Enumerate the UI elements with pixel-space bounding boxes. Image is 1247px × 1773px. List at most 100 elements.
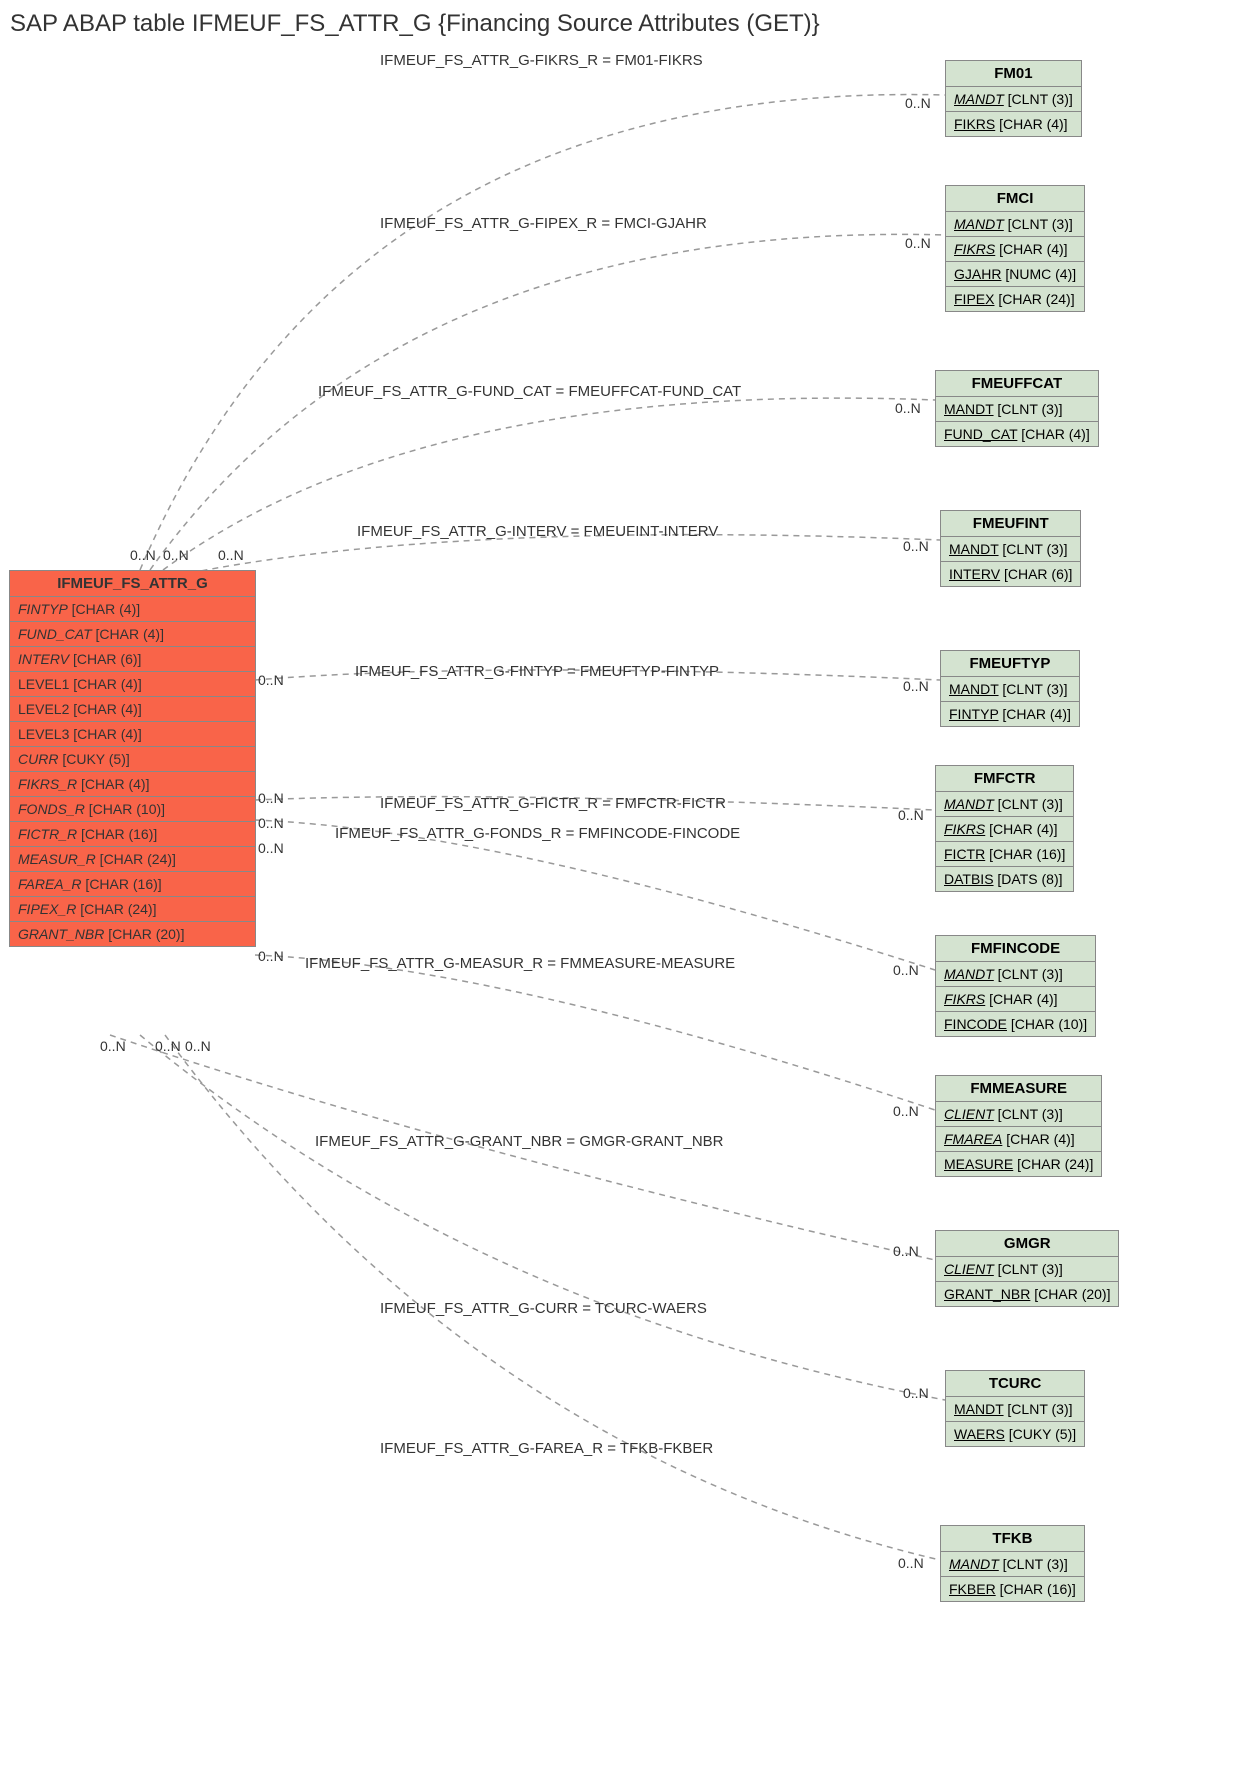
ref-field-row: GJAHR [NUMC (4)] xyxy=(946,262,1084,287)
card-right-0: 0..N xyxy=(905,95,931,111)
rel-label-3: IFMEUF_FS_ATTR_G-INTERV = FMEUFINT-INTER… xyxy=(357,523,718,540)
card-right-8: 0..N xyxy=(893,1243,919,1259)
ref-entity-header: FMEUFINT xyxy=(941,511,1080,537)
card-right-1: 0..N xyxy=(905,235,931,251)
ref-field-row: FUND_CAT [CHAR (4)] xyxy=(936,422,1098,446)
card-left-3: 0..N xyxy=(258,672,284,688)
ref-field-row: CLIENT [CLNT (3)] xyxy=(936,1257,1118,1282)
ref-entity: FMEUFTYPMANDT [CLNT (3)]FINTYP [CHAR (4)… xyxy=(940,650,1080,727)
main-field-row: LEVEL2 [CHAR (4)] xyxy=(10,697,255,722)
ref-field-row: MANDT [CLNT (3)] xyxy=(946,1397,1084,1422)
main-field-row: FINTYP [CHAR (4)] xyxy=(10,597,255,622)
ref-entity-header: FMFCTR xyxy=(936,766,1073,792)
ref-entity: FMCIMANDT [CLNT (3)]FIKRS [CHAR (4)]GJAH… xyxy=(945,185,1085,312)
rel-label-5: IFMEUF_FS_ATTR_G-FICTR_R = FMFCTR-FICTR xyxy=(380,795,726,812)
main-field-row: FONDS_R [CHAR (10)] xyxy=(10,797,255,822)
ref-field-row: MANDT [CLNT (3)] xyxy=(946,87,1081,112)
card-right-2: 0..N xyxy=(895,400,921,416)
main-entity-header: IFMEUF_FS_ATTR_G xyxy=(10,571,255,597)
ref-field-row: MANDT [CLNT (3)] xyxy=(941,537,1080,562)
rel-label-4: IFMEUF_FS_ATTR_G-FINTYP = FMEUFTYP-FINTY… xyxy=(355,663,719,680)
ref-entity: FMFCTRMANDT [CLNT (3)]FIKRS [CHAR (4)]FI… xyxy=(935,765,1074,892)
ref-entity-header: TCURC xyxy=(946,1371,1084,1397)
card-left-2: 0..N xyxy=(218,547,244,563)
ref-field-row: MEASURE [CHAR (24)] xyxy=(936,1152,1101,1176)
card-right-10: 0..N xyxy=(898,1555,924,1571)
rel-label-2: IFMEUF_FS_ATTR_G-FUND_CAT = FMEUFFCAT-FU… xyxy=(318,383,741,400)
ref-field-row: FICTR [CHAR (16)] xyxy=(936,842,1073,867)
ref-entity: FM01MANDT [CLNT (3)]FIKRS [CHAR (4)] xyxy=(945,60,1082,137)
card-right-3: 0..N xyxy=(903,538,929,554)
rel-label-6: IFMEUF_FS_ATTR_G-FONDS_R = FMFINCODE-FIN… xyxy=(335,825,740,842)
main-field-row: FUND_CAT [CHAR (4)] xyxy=(10,622,255,647)
ref-entity: TFKBMANDT [CLNT (3)]FKBER [CHAR (16)] xyxy=(940,1525,1085,1602)
ref-entity-header: FMEUFFCAT xyxy=(936,371,1098,397)
card-left-7: 0..N xyxy=(258,948,284,964)
ref-field-row: MANDT [CLNT (3)] xyxy=(936,962,1095,987)
ref-field-row: FKBER [CHAR (16)] xyxy=(941,1577,1084,1601)
ref-field-row: FIKRS [CHAR (4)] xyxy=(936,987,1095,1012)
main-field-row: FAREA_R [CHAR (16)] xyxy=(10,872,255,897)
card-left-1: 0..N xyxy=(163,547,189,563)
ref-field-row: FIKRS [CHAR (4)] xyxy=(946,237,1084,262)
card-left-9: 0..N xyxy=(155,1038,181,1054)
ref-field-row: DATBIS [DATS (8)] xyxy=(936,867,1073,891)
ref-entity-header: FMFINCODE xyxy=(936,936,1095,962)
rel-label-0: IFMEUF_FS_ATTR_G-FIKRS_R = FM01-FIKRS xyxy=(380,52,703,69)
main-field-row: CURR [CUKY (5)] xyxy=(10,747,255,772)
ref-field-row: INTERV [CHAR (6)] xyxy=(941,562,1080,586)
card-left-8: 0..N xyxy=(100,1038,126,1054)
main-field-row: LEVEL1 [CHAR (4)] xyxy=(10,672,255,697)
ref-entity: FMFINCODEMANDT [CLNT (3)]FIKRS [CHAR (4)… xyxy=(935,935,1096,1037)
ref-entity-header: TFKB xyxy=(941,1526,1084,1552)
ref-field-row: MANDT [CLNT (3)] xyxy=(936,792,1073,817)
ref-entity-header: FMMEASURE xyxy=(936,1076,1101,1102)
ref-entity: FMEUFINTMANDT [CLNT (3)]INTERV [CHAR (6)… xyxy=(940,510,1081,587)
ref-field-row: MANDT [CLNT (3)] xyxy=(941,677,1079,702)
ref-field-row: FIKRS [CHAR (4)] xyxy=(946,112,1081,136)
main-field-row: INTERV [CHAR (6)] xyxy=(10,647,255,672)
ref-entity: FMEUFFCATMANDT [CLNT (3)]FUND_CAT [CHAR … xyxy=(935,370,1099,447)
ref-field-row: MANDT [CLNT (3)] xyxy=(941,1552,1084,1577)
ref-field-row: FMAREA [CHAR (4)] xyxy=(936,1127,1101,1152)
main-field-row: MEASUR_R [CHAR (24)] xyxy=(10,847,255,872)
main-field-row: LEVEL3 [CHAR (4)] xyxy=(10,722,255,747)
ref-field-row: MANDT [CLNT (3)] xyxy=(936,397,1098,422)
ref-field-row: MANDT [CLNT (3)] xyxy=(946,212,1084,237)
ref-field-row: CLIENT [CLNT (3)] xyxy=(936,1102,1101,1127)
ref-field-row: FIKRS [CHAR (4)] xyxy=(936,817,1073,842)
ref-field-row: WAERS [CUKY (5)] xyxy=(946,1422,1084,1446)
main-field-row: GRANT_NBR [CHAR (20)] xyxy=(10,922,255,946)
ref-entity: GMGRCLIENT [CLNT (3)]GRANT_NBR [CHAR (20… xyxy=(935,1230,1119,1307)
card-left-10: 0..N xyxy=(185,1038,211,1054)
card-left-0: 0..N xyxy=(130,547,156,563)
ref-field-row: FINCODE [CHAR (10)] xyxy=(936,1012,1095,1036)
card-left-6: 0..N xyxy=(258,840,284,856)
main-field-row: FIPEX_R [CHAR (24)] xyxy=(10,897,255,922)
rel-label-9: IFMEUF_FS_ATTR_G-CURR = TCURC-WAERS xyxy=(380,1300,707,1317)
card-right-6: 0..N xyxy=(893,962,919,978)
card-right-5: 0..N xyxy=(898,807,924,823)
card-right-9: 0..N xyxy=(903,1385,929,1401)
main-field-row: FICTR_R [CHAR (16)] xyxy=(10,822,255,847)
card-right-4: 0..N xyxy=(903,678,929,694)
ref-entity-header: FM01 xyxy=(946,61,1081,87)
ref-entity: FMMEASURECLIENT [CLNT (3)]FMAREA [CHAR (… xyxy=(935,1075,1102,1177)
rel-label-1: IFMEUF_FS_ATTR_G-FIPEX_R = FMCI-GJAHR xyxy=(380,215,707,232)
ref-entity-header: FMEUFTYP xyxy=(941,651,1079,677)
main-field-row: FIKRS_R [CHAR (4)] xyxy=(10,772,255,797)
ref-entity-header: GMGR xyxy=(936,1231,1118,1257)
ref-field-row: GRANT_NBR [CHAR (20)] xyxy=(936,1282,1118,1306)
ref-entity: TCURCMANDT [CLNT (3)]WAERS [CUKY (5)] xyxy=(945,1370,1085,1447)
card-right-7: 0..N xyxy=(893,1103,919,1119)
main-entity: IFMEUF_FS_ATTR_G FINTYP [CHAR (4)]FUND_C… xyxy=(9,570,256,947)
card-left-4: 0..N xyxy=(258,790,284,806)
rel-label-7: IFMEUF_FS_ATTR_G-MEASUR_R = FMMEASURE-ME… xyxy=(305,955,735,972)
ref-entity-header: FMCI xyxy=(946,186,1084,212)
rel-label-10: IFMEUF_FS_ATTR_G-FAREA_R = TFKB-FKBER xyxy=(380,1440,713,1457)
page-title: SAP ABAP table IFMEUF_FS_ATTR_G {Financi… xyxy=(10,10,1247,38)
card-left-5: 0..N xyxy=(258,815,284,831)
ref-field-row: FIPEX [CHAR (24)] xyxy=(946,287,1084,311)
rel-label-8: IFMEUF_FS_ATTR_G-GRANT_NBR = GMGR-GRANT_… xyxy=(315,1133,724,1150)
ref-field-row: FINTYP [CHAR (4)] xyxy=(941,702,1079,726)
